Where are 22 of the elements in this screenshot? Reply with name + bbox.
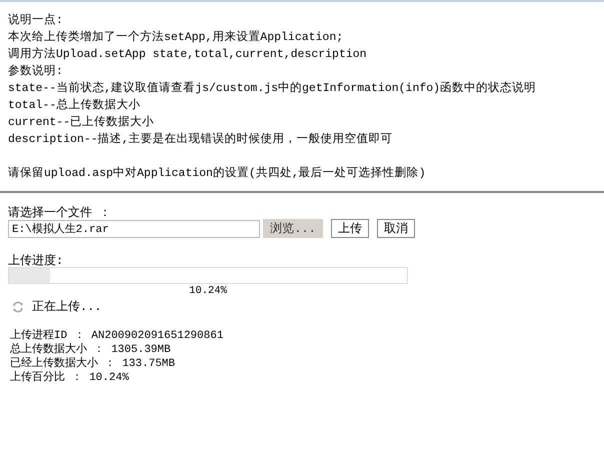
refresh-icon	[12, 300, 24, 312]
file-label: 请选择一个文件 ：	[8, 205, 112, 218]
info-line: 上传百分比 ： 10.24%	[10, 371, 130, 385]
progress-label: 上传进度:	[8, 253, 64, 267]
note-line: 本次给上传类增加了一个方法setApp,用来设置Application;	[8, 29, 344, 46]
progress-percent: 10.24%	[188, 285, 228, 298]
note-line: state--当前状态,建议取值请查看js/custom.js中的getInformation(info)函数中的状态说明	[8, 80, 538, 97]
note-line: description--描述,主要是在出现错误的时候使用，一般使用空值即可	[8, 131, 394, 148]
action-button[interactable]: 取消	[377, 219, 415, 238]
browse-button[interactable]: 浏览...	[263, 219, 323, 238]
note-remark: 请保留upload.asp中对Application的设置(共四处,最后一处可选择性删除)	[8, 166, 427, 182]
note-line: 调用方法Upload.setApp state,total,current,description	[8, 46, 368, 63]
note-line: 说明一点:	[8, 12, 64, 29]
note-line: 参数说明:	[8, 64, 64, 80]
file-field[interactable]: E:\模拟人生2.rar	[8, 220, 260, 238]
note-line: current--已上传数据大小	[8, 114, 156, 131]
info-line: 总上传数据大小 ： 1305.39MB	[10, 343, 172, 357]
info-line: 已经上传数据大小 ： 133.75MB	[10, 357, 176, 371]
status-text: 正在上传...	[32, 299, 102, 315]
note-line: total--总上传数据大小	[8, 98, 142, 114]
info-line: 上传进程ID ： AN200902091651290861	[10, 329, 224, 343]
action-button[interactable]: 上传	[331, 219, 369, 238]
